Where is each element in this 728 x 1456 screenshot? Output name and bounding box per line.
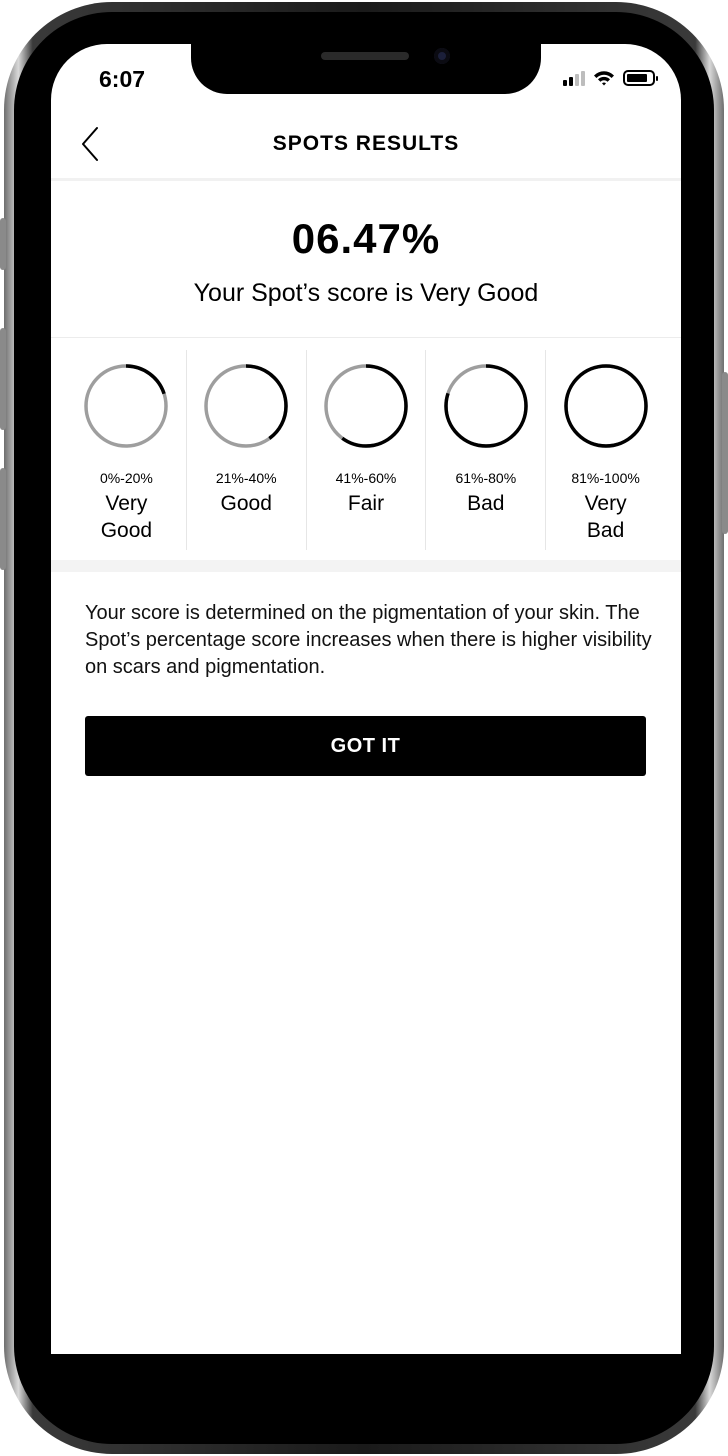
status-icons (563, 70, 658, 86)
range-label: Fair (347, 492, 385, 515)
range-percent: 21%-40% (215, 470, 277, 486)
status-time: 6:07 (99, 66, 146, 92)
range-ring-icon (324, 364, 408, 448)
screen-bottom-bezel (51, 1354, 681, 1424)
range-percent: 41%-60% (335, 470, 397, 486)
range-label: Bad (467, 492, 505, 515)
app-screen: 6:07 SPOTS RESULTS 06.47% Your Spot’s sc… (51, 44, 681, 1354)
range-label: Very Bad (584, 492, 627, 542)
volume-down-button (0, 468, 6, 570)
score-explanation: Your score is determined on the pigmenta… (85, 602, 652, 678)
navigation-bar: SPOTS RESULTS (51, 104, 681, 181)
section-divider (51, 560, 681, 572)
speaker-grille (321, 52, 409, 60)
score-ranges: 0%-20% Very Good 21%-40% Good 41%-60% Fair 61%-… (67, 350, 665, 550)
range-ring-icon (84, 364, 169, 448)
battery-icon (623, 70, 658, 86)
range-indicator: 81%-100% Very Bad (546, 350, 665, 550)
range-percent: 0%-20% (99, 470, 153, 486)
range-label: Very Good (100, 492, 153, 542)
volume-up-button (0, 328, 6, 430)
ring-progress (563, 364, 648, 448)
mute-switch (0, 218, 6, 270)
range-indicator: 41%-60% Fair (307, 350, 427, 550)
score-value: 06.47% (291, 215, 441, 262)
range-percent: 61%-80% (455, 470, 517, 486)
got-it-button[interactable]: GOT IT (85, 716, 646, 776)
page-title: SPOTS RESULTS (272, 132, 460, 155)
range-indicator: 21%-40% Good (187, 350, 307, 550)
wifi-icon (594, 71, 614, 86)
cellular-signal-icon (563, 70, 585, 86)
range-indicator: 61%-80% Bad (426, 350, 547, 550)
power-button (722, 372, 728, 534)
range-ring-icon (444, 364, 528, 448)
range-percent: 81%-100% (571, 470, 640, 486)
range-ring-icon (563, 364, 648, 448)
score-description: Your Spot’s score is Very Good (193, 279, 539, 307)
range-label: Good (220, 492, 272, 515)
front-camera (434, 48, 450, 64)
notch (191, 44, 541, 94)
range-ring-icon (204, 364, 288, 448)
range-indicator: 0%-20% Very Good (67, 350, 187, 550)
score-summary: 06.47% Your Spot’s score is Very Good (51, 181, 681, 338)
